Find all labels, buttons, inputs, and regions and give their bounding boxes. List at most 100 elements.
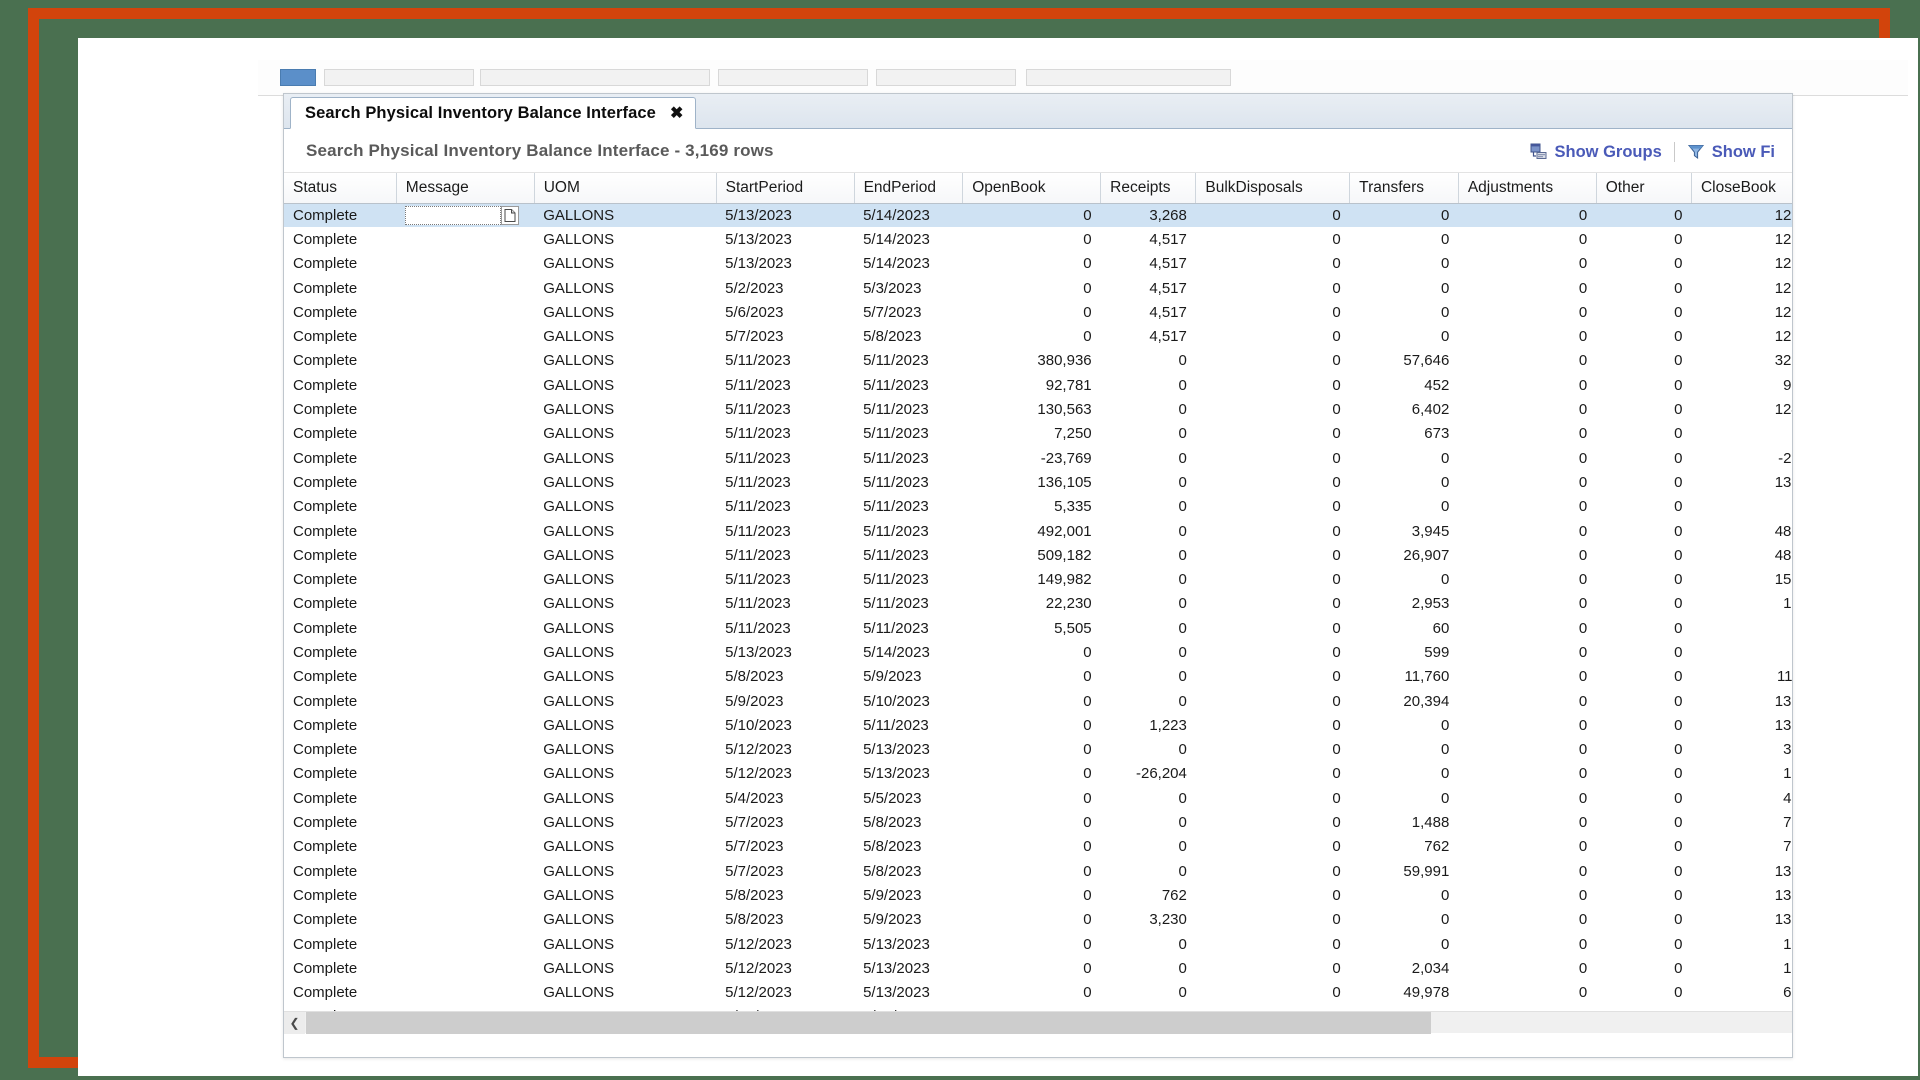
cell-close_book[interactable]: 62,457 bbox=[1691, 981, 1792, 1005]
cell-status[interactable]: Complete bbox=[284, 738, 396, 762]
cell-start_period[interactable]: 5/11/2023 bbox=[716, 495, 854, 519]
cell-open_book[interactable]: -23,769 bbox=[963, 446, 1101, 470]
table-row[interactable]: CompleteGALLONS5/7/20235/8/20230001,4880… bbox=[284, 810, 1792, 834]
cell-close_book[interactable]: 124,161 bbox=[1691, 397, 1792, 421]
cell-uom[interactable]: GALLONS bbox=[534, 276, 716, 300]
cell-end_period[interactable]: 5/11/2023 bbox=[854, 543, 963, 567]
cell-end_period[interactable]: 5/11/2023 bbox=[854, 519, 963, 543]
column-header-uom[interactable]: UOM bbox=[534, 173, 716, 203]
cell-bulk_disposals[interactable]: 0 bbox=[1196, 981, 1350, 1005]
cell-close_book[interactable]: 136,105 bbox=[1691, 470, 1792, 494]
cell-close_book[interactable]: 129,992 bbox=[1691, 324, 1792, 348]
cell-uom[interactable]: GALLONS bbox=[534, 640, 716, 664]
cell-end_period[interactable]: 5/5/2023 bbox=[854, 786, 963, 810]
table-row[interactable]: CompleteGALLONS5/2/20235/3/202304,517000… bbox=[284, 276, 1792, 300]
cell-transfers[interactable]: 2,953 bbox=[1350, 592, 1459, 616]
cell-receipts[interactable]: 0 bbox=[1101, 422, 1196, 446]
cell-other[interactable]: 0 bbox=[1596, 689, 1691, 713]
cell-status[interactable]: Complete bbox=[284, 616, 396, 640]
column-header-end_period[interactable]: EndPeriod bbox=[854, 173, 963, 203]
cell-adjustments[interactable]: 0 bbox=[1458, 640, 1596, 664]
cell-receipts[interactable]: 1,223 bbox=[1101, 713, 1196, 737]
cell-receipts[interactable]: 0 bbox=[1101, 956, 1196, 980]
cell-other[interactable]: 0 bbox=[1596, 738, 1691, 762]
cell-uom[interactable]: GALLONS bbox=[534, 786, 716, 810]
cell-transfers[interactable]: 0 bbox=[1350, 252, 1459, 276]
cell-open_book[interactable]: 0 bbox=[963, 859, 1101, 883]
cell-status[interactable]: Complete bbox=[284, 908, 396, 932]
cell-transfers[interactable]: 59,991 bbox=[1350, 859, 1459, 883]
cell-close_book[interactable]: 129,992 bbox=[1691, 300, 1792, 324]
cell-end_period[interactable]: 5/3/2023 bbox=[854, 276, 963, 300]
cell-end_period[interactable]: 5/9/2023 bbox=[854, 665, 963, 689]
cell-bulk_disposals[interactable]: 0 bbox=[1196, 786, 1350, 810]
cell-close_book[interactable]: 5,335 bbox=[1691, 495, 1792, 519]
cell-start_period[interactable]: 5/13/2023 bbox=[716, 252, 854, 276]
cell-message[interactable] bbox=[396, 713, 534, 737]
cell-transfers[interactable]: 762 bbox=[1350, 835, 1459, 859]
cell-other[interactable]: 0 bbox=[1596, 883, 1691, 907]
cell-close_book[interactable]: 45,552 bbox=[1691, 786, 1792, 810]
table-row[interactable]: CompleteGALLONS5/11/20235/11/2023136,105… bbox=[284, 470, 1792, 494]
cell-open_book[interactable]: 0 bbox=[963, 810, 1101, 834]
cell-status[interactable]: Complete bbox=[284, 786, 396, 810]
cell-status[interactable]: Complete bbox=[284, 859, 396, 883]
cell-other[interactable]: 0 bbox=[1596, 300, 1691, 324]
cell-open_book[interactable]: 380,936 bbox=[963, 349, 1101, 373]
table-row[interactable]: CompleteGALLONS5/11/20235/11/2023149,982… bbox=[284, 567, 1792, 591]
table-row[interactable]: CompleteGALLONS5/7/20235/8/202304,517000… bbox=[284, 324, 1792, 348]
table-row[interactable]: CompleteGALLONS5/13/20235/14/202304,5170… bbox=[284, 252, 1792, 276]
cell-status[interactable]: Complete bbox=[284, 810, 396, 834]
column-header-adjustments[interactable]: Adjustments bbox=[1458, 173, 1596, 203]
cell-end_period[interactable]: 5/11/2023 bbox=[854, 397, 963, 421]
cell-receipts[interactable]: 0 bbox=[1101, 543, 1196, 567]
cell-transfers[interactable]: 26,907 bbox=[1350, 543, 1459, 567]
cell-uom[interactable]: GALLONS bbox=[534, 446, 716, 470]
cell-message[interactable] bbox=[396, 567, 534, 591]
cell-receipts[interactable]: 3,268 bbox=[1101, 203, 1196, 227]
cell-uom[interactable]: GALLONS bbox=[534, 859, 716, 883]
cell-close_book[interactable]: 6,577 bbox=[1691, 422, 1792, 446]
cell-status[interactable]: Complete bbox=[284, 932, 396, 956]
cell-bulk_disposals[interactable]: 0 bbox=[1196, 227, 1350, 251]
cell-adjustments[interactable]: 0 bbox=[1458, 495, 1596, 519]
cell-receipts[interactable]: 0 bbox=[1101, 470, 1196, 494]
cell-status[interactable]: Complete bbox=[284, 689, 396, 713]
cell-open_book[interactable]: 0 bbox=[963, 665, 1101, 689]
cell-open_book[interactable]: 0 bbox=[963, 786, 1101, 810]
cell-open_book[interactable]: 0 bbox=[963, 908, 1101, 932]
column-header-open_book[interactable]: OpenBook bbox=[963, 173, 1101, 203]
cell-bulk_disposals[interactable]: 0 bbox=[1196, 422, 1350, 446]
cell-message[interactable] bbox=[396, 883, 534, 907]
cell-adjustments[interactable]: 0 bbox=[1458, 592, 1596, 616]
cell-message[interactable] bbox=[396, 738, 534, 762]
cell-message[interactable] bbox=[396, 397, 534, 421]
cell-status[interactable]: Complete bbox=[284, 713, 396, 737]
cell-end_period[interactable]: 5/14/2023 bbox=[854, 252, 963, 276]
cell-open_book[interactable]: 136,105 bbox=[963, 470, 1101, 494]
cell-message[interactable] bbox=[396, 324, 534, 348]
results-grid[interactable]: StatusMessageUOMStartPeriodEndPeriodOpen… bbox=[284, 173, 1792, 1011]
cell-adjustments[interactable]: 0 bbox=[1458, 713, 1596, 737]
cell-status[interactable]: Complete bbox=[284, 981, 396, 1005]
show-groups-button[interactable]: Show Groups bbox=[1521, 141, 1671, 164]
cell-transfers[interactable]: 0 bbox=[1350, 470, 1459, 494]
cell-receipts[interactable]: 0 bbox=[1101, 349, 1196, 373]
cell-bulk_disposals[interactable]: 0 bbox=[1196, 495, 1350, 519]
cell-uom[interactable]: GALLONS bbox=[534, 932, 716, 956]
cell-receipts[interactable]: 4,517 bbox=[1101, 227, 1196, 251]
cell-other[interactable]: 0 bbox=[1596, 470, 1691, 494]
cell-end_period[interactable]: 5/8/2023 bbox=[854, 859, 963, 883]
cell-close_book[interactable]: 19,277 bbox=[1691, 592, 1792, 616]
cell-open_book[interactable]: 0 bbox=[963, 883, 1101, 907]
cell-message[interactable] bbox=[396, 543, 534, 567]
cell-start_period[interactable]: 5/8/2023 bbox=[716, 908, 854, 932]
cell-other[interactable]: 0 bbox=[1596, 567, 1691, 591]
cell-adjustments[interactable]: 0 bbox=[1458, 543, 1596, 567]
cell-open_book[interactable]: 0 bbox=[963, 300, 1101, 324]
cell-start_period[interactable]: 5/11/2023 bbox=[716, 519, 854, 543]
cell-message[interactable] bbox=[396, 592, 534, 616]
cell-uom[interactable]: GALLONS bbox=[534, 373, 716, 397]
cell-status[interactable]: Complete bbox=[284, 665, 396, 689]
cell-transfers[interactable]: 0 bbox=[1350, 300, 1459, 324]
